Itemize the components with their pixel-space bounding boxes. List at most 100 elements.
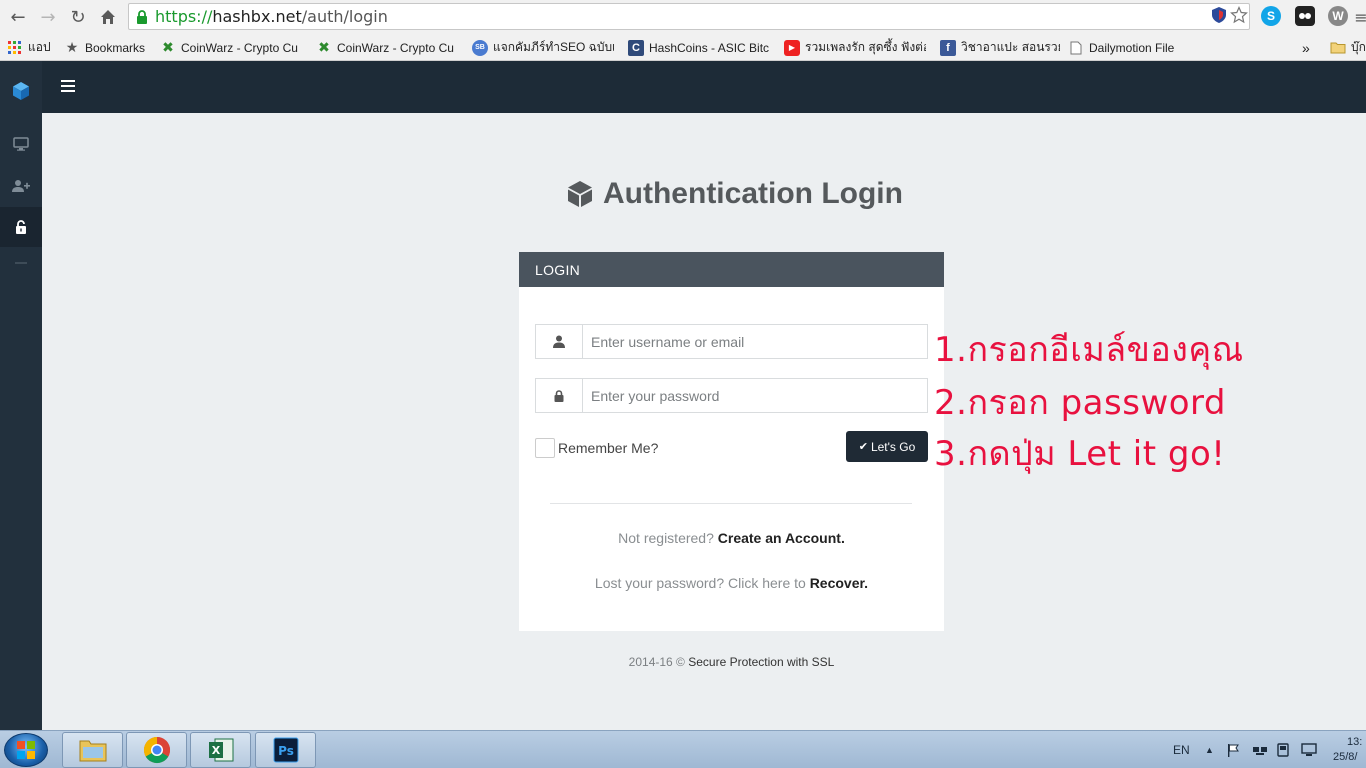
remember-me[interactable]: Remember Me?: [535, 438, 658, 458]
hamburger-menu-icon[interactable]: [61, 80, 75, 92]
register-prompt: Not registered?: [618, 530, 714, 546]
apps-grid-icon: [7, 40, 23, 56]
shield-extension-icon[interactable]: [1210, 6, 1228, 24]
tray-expand-icon[interactable]: ▲: [1205, 731, 1214, 768]
lets-go-button[interactable]: ✔ Let's Go: [846, 431, 928, 462]
card-divider: [550, 503, 912, 504]
bookmark-dailymotion[interactable]: Dailymotion File: [1068, 38, 1174, 57]
url-text: https://hashbx.net/auth/login: [155, 7, 388, 26]
more-dots-icon: [15, 262, 27, 264]
app-topbar: [42, 61, 1366, 113]
folder-icon: [79, 740, 106, 762]
brand-logo[interactable]: [0, 71, 42, 111]
bookmarks-overflow[interactable]: »: [1302, 38, 1310, 57]
extension-icon[interactable]: [1295, 6, 1315, 26]
hashcoins-icon: C: [628, 39, 644, 56]
clock[interactable]: 13: 25/8/: [1333, 731, 1362, 768]
tray-flag-icon[interactable]: [1226, 731, 1240, 768]
wordpress-icon[interactable]: W: [1328, 6, 1348, 26]
coinwarz-icon: ✖: [318, 39, 330, 55]
bookmark-hashcoins[interactable]: C HashCoins - ASIC Bitc: [628, 38, 770, 57]
login-card: LOGIN Remember Me? ✔ Let's Go Not regist…: [519, 252, 944, 631]
coinwarz-icon: ✖: [162, 39, 174, 55]
seo-icon: SB: [472, 39, 488, 56]
register-line: Not registered? Create an Account.: [519, 530, 944, 546]
footer-text: Secure Protection with SSL: [688, 655, 835, 669]
clock-time: 13:: [1347, 736, 1363, 748]
taskbar-excel[interactable]: X: [190, 732, 251, 768]
svg-text:Ps: Ps: [278, 744, 294, 758]
bookmark-label: บุ๊ก: [1351, 40, 1366, 54]
bookmark-label: รวมเพลงรัก สุดซึ้ง ฟังต่อ: [805, 40, 926, 54]
chrome-icon: [143, 736, 170, 764]
username-input[interactable]: [583, 325, 927, 358]
facebook-icon: f: [940, 39, 956, 56]
windows-taskbar: X Ps EN ▲ 13: 25/8/: [0, 730, 1366, 768]
tray-display-icon[interactable]: [1301, 731, 1317, 768]
sidebar-item-login[interactable]: [0, 207, 42, 247]
remember-me-checkbox[interactable]: [535, 438, 555, 458]
sidebar: [0, 61, 42, 730]
sidebar-more[interactable]: [0, 243, 42, 283]
recover-prompt: Lost your password? Click here to: [594, 575, 806, 591]
lock-icon: [536, 379, 583, 412]
annotation-step-3: 3.กดปุ่ม Let it go!: [934, 434, 1226, 474]
bookmark-label: Dailymotion File: [1089, 40, 1175, 55]
clock-date: 25/8/: [1333, 751, 1358, 763]
bookmark-apps[interactable]: แอป: [7, 38, 51, 57]
password-input[interactable]: [583, 379, 927, 412]
bookmark-coinwarz-1[interactable]: ✖ CoinWarz - Crypto Cu: [160, 38, 302, 57]
lets-go-label: Let's Go: [870, 439, 916, 454]
skype-icon[interactable]: S: [1261, 6, 1281, 26]
reload-icon[interactable]: ↻: [66, 5, 90, 29]
create-account-link[interactable]: Create an Account.: [718, 530, 845, 546]
sidebar-item-register[interactable]: [0, 166, 42, 206]
bookmark-label: วิชาอาแปะ สอนรวย: [961, 40, 1060, 54]
bookmark-bookmarks[interactable]: ★ Bookmarks: [64, 38, 145, 57]
taskbar-photoshop[interactable]: Ps: [255, 732, 316, 768]
cube-logo-icon: [13, 82, 29, 100]
menu-icon[interactable]: ≡: [1349, 5, 1366, 29]
user-icon: [536, 325, 583, 358]
bookmark-star-icon[interactable]: [1230, 6, 1248, 24]
other-bookmarks[interactable]: บุ๊ก: [1330, 38, 1366, 57]
bookmark-label: แจกคัมภีร์ทำSEO ฉบับเข้: [493, 40, 614, 54]
bookmark-seo[interactable]: SB แจกคัมภีร์ทำSEO ฉบับเข้: [472, 38, 614, 57]
back-arrow-icon[interactable]: ←: [6, 5, 30, 29]
add-user-icon: [12, 180, 30, 192]
page-title: Authentication Login: [565, 176, 903, 212]
browser-toolbar: ← → ↻ https://hashbx.net/auth/login S W …: [0, 0, 1366, 34]
sidebar-item-dashboard[interactable]: [0, 124, 42, 164]
bookmark-facebook[interactable]: f วิชาอาแปะ สอนรวย: [940, 38, 1060, 57]
excel-icon: X: [208, 738, 233, 762]
bookmark-youtube[interactable]: ▶ รวมเพลงรัก สุดซึ้ง ฟังต่อ: [784, 38, 926, 57]
taskbar-chrome[interactable]: [126, 732, 187, 768]
address-bar[interactable]: https://hashbx.net/auth/login: [128, 3, 1250, 30]
photoshop-icon: Ps: [273, 737, 298, 763]
remember-me-label: Remember Me?: [558, 440, 659, 456]
tray-network-icon[interactable]: [1252, 731, 1268, 768]
home-icon[interactable]: [96, 5, 120, 29]
bookmark-label: CoinWarz - Crypto Cu: [337, 40, 454, 55]
cube-icon: [568, 181, 592, 207]
language-indicator[interactable]: EN: [1173, 731, 1190, 768]
login-card-header: LOGIN: [519, 252, 944, 287]
annotation-step-1: 1.กรอกอีเมล์ของคุณ: [934, 330, 1244, 370]
svg-text:X: X: [211, 744, 220, 757]
forward-arrow-icon[interactable]: →: [36, 5, 60, 29]
tray-device-icon[interactable]: [1276, 731, 1290, 768]
recover-link[interactable]: Recover.: [810, 575, 868, 591]
bookmark-coinwarz-2[interactable]: ✖ CoinWarz - Crypto Cu: [316, 38, 458, 57]
youtube-icon: ▶: [784, 39, 800, 56]
check-icon: ✔: [858, 440, 868, 453]
windows-logo-icon: [17, 741, 35, 759]
ssl-lock-icon: [135, 9, 149, 25]
bookmark-label: HashCoins - ASIC Bitc: [649, 40, 770, 55]
bookmark-label: CoinWarz - Crypto Cu: [181, 40, 298, 55]
recover-line: Lost your password? Click here to Recove…: [519, 575, 944, 591]
start-button[interactable]: [4, 733, 48, 767]
bookmark-label: Bookmarks: [85, 40, 146, 55]
taskbar-explorer[interactable]: [62, 732, 123, 768]
folder-icon: [1330, 40, 1346, 56]
annotation-step-2: 2.กรอก password: [934, 383, 1227, 423]
